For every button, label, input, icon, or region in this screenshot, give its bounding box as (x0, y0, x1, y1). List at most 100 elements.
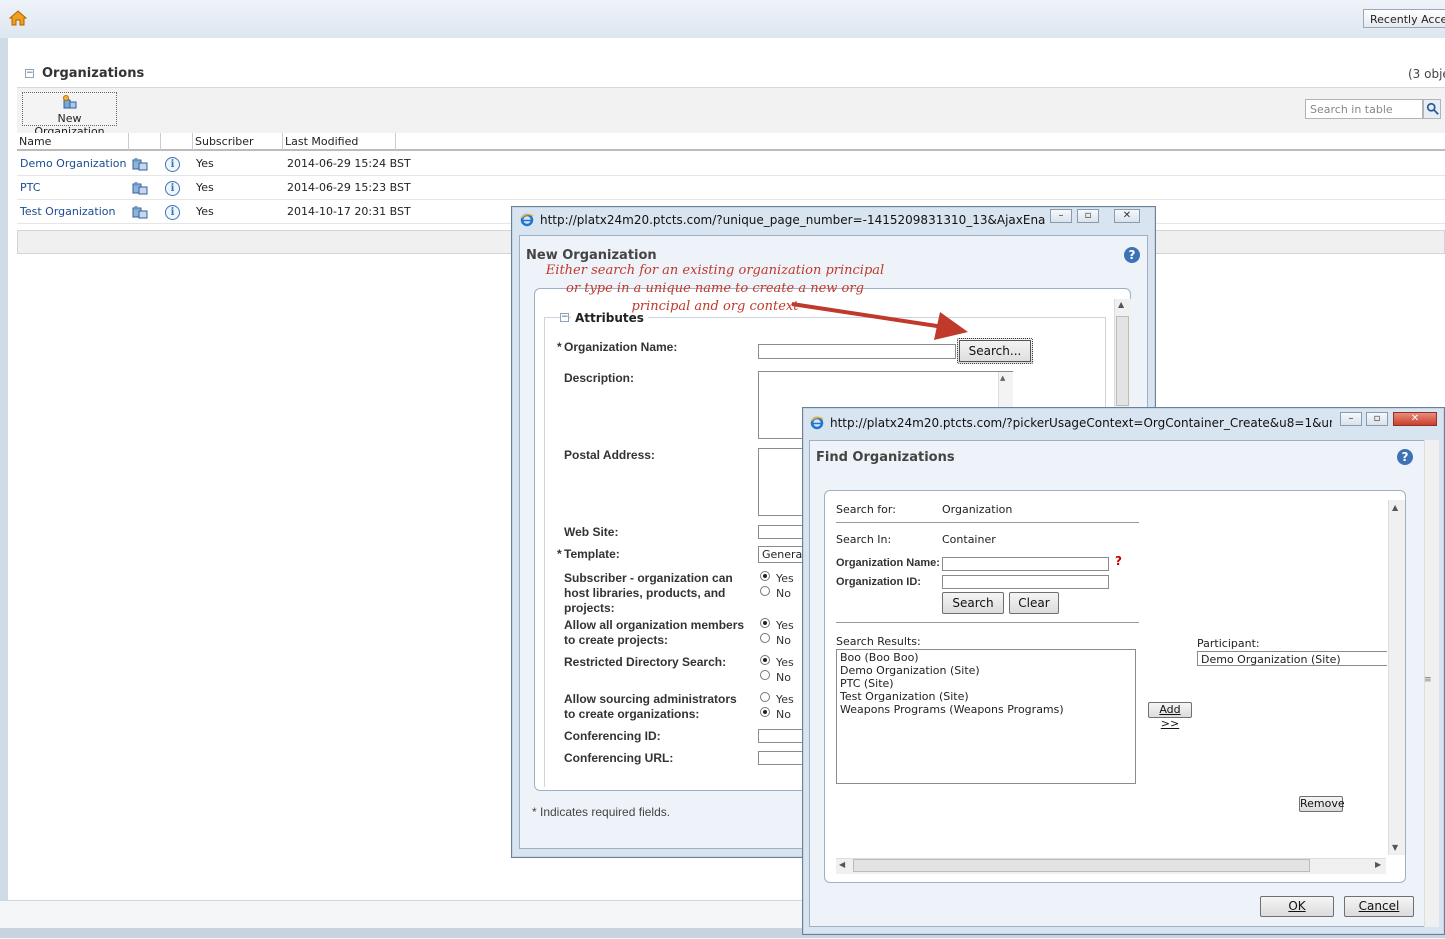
find-org-id-input[interactable] (942, 575, 1109, 589)
subscriber-yes-radio[interactable] (760, 571, 770, 581)
column-header-name[interactable]: Name (17, 133, 129, 151)
restricted-yes-radio[interactable] (760, 655, 770, 665)
scroll-up-icon[interactable]: ▲ (1118, 300, 1124, 309)
maximize-icon[interactable]: ▫ (1366, 412, 1388, 426)
no-label: No (776, 708, 791, 721)
no-label: No (776, 587, 791, 600)
new-organization-button[interactable]: New Organization (22, 92, 117, 138)
last-modified-value: 2014-06-29 15:24 BST (287, 157, 411, 170)
find-org-name-input[interactable] (942, 557, 1109, 571)
sourcing-no-radio[interactable] (760, 707, 770, 717)
org-name-label: Organization Name: (564, 340, 678, 354)
organization-icon[interactable] (132, 157, 148, 171)
search-for-value: Organization (942, 503, 1013, 516)
page-title: Organizations (42, 66, 145, 81)
remove-button[interactable]: Remove (1299, 796, 1345, 812)
find-search-button[interactable]: Search (942, 592, 1004, 614)
sourcing-label: Allow sourcing administrators to create … (564, 692, 737, 721)
search-in-value: Container (942, 533, 996, 546)
list-item[interactable]: Demo Organization (Site) (840, 664, 1132, 677)
scroll-up-icon[interactable]: ▲ (1392, 503, 1398, 512)
sourcing-yes-radio[interactable] (760, 692, 770, 702)
scroll-thumb[interactable] (1116, 316, 1129, 406)
minimize-icon[interactable]: – (1340, 412, 1362, 426)
add-button[interactable]: Add >> (1148, 702, 1192, 730)
divider (836, 522, 1139, 523)
yes-label: Yes (776, 572, 794, 585)
subscriber-value: Yes (196, 205, 214, 218)
scroll-up-icon[interactable]: ▲ (1000, 374, 1005, 382)
conferencing-url-label: Conferencing URL: (564, 751, 674, 765)
organization-icon[interactable] (132, 205, 148, 219)
info-icon[interactable]: i (165, 157, 180, 172)
search-icon[interactable] (1423, 99, 1441, 119)
scroll-right-icon[interactable]: ▶ (1375, 860, 1381, 869)
divider (836, 622, 1139, 623)
list-item[interactable]: Boo (Boo Boo) (840, 651, 1132, 664)
minimize-icon[interactable]: – (1050, 209, 1072, 223)
search-for-label: Search for: (836, 503, 896, 516)
required-mark: * (557, 340, 562, 354)
list-item[interactable]: Demo Organization (Site) (1201, 653, 1384, 666)
column-header-subscriber[interactable]: Subscriber (193, 133, 283, 151)
no-label: No (776, 671, 791, 684)
help-question-icon[interactable]: ? (1115, 554, 1122, 568)
close-icon[interactable]: ✕ (1114, 209, 1140, 223)
info-icon[interactable]: i (165, 181, 180, 196)
table-toolbar (17, 87, 1445, 133)
column-header-info (161, 133, 193, 151)
left-frame-border (0, 38, 8, 900)
column-header-last-modified[interactable]: Last Modified (283, 133, 396, 151)
table-search-input[interactable]: Search in table (1305, 99, 1423, 119)
org-name-link[interactable]: Test Organization (20, 200, 115, 224)
window-title: New Organization (526, 248, 657, 263)
subscriber-no-radio[interactable] (760, 586, 770, 596)
restricted-no-radio[interactable] (760, 670, 770, 680)
close-icon[interactable]: ✕ (1393, 412, 1437, 426)
description-label: Description: (564, 371, 635, 385)
scroll-thumb[interactable] (853, 859, 1310, 872)
home-icon[interactable] (9, 9, 27, 27)
object-count: (3 objects) (1408, 67, 1445, 81)
search-results-label: Search Results: (836, 635, 921, 648)
maximize-icon[interactable]: ▫ (1077, 209, 1099, 223)
yes-label: Yes (776, 693, 794, 706)
restricted-search-label: Restricted Directory Search: (564, 655, 727, 669)
participant-list[interactable]: Demo Organization (Site) (1197, 651, 1387, 666)
allow-members-no-radio[interactable] (760, 633, 770, 643)
scroll-left-icon[interactable]: ◀ (839, 860, 845, 869)
collapse-icon[interactable]: − (25, 69, 34, 78)
internet-explorer-icon (520, 213, 534, 227)
column-header-icon (129, 133, 161, 151)
list-item[interactable]: PTC (Site) (840, 677, 1132, 690)
clear-button[interactable]: Clear (1009, 592, 1059, 614)
scroll-down-icon[interactable]: ▼ (1392, 843, 1398, 852)
annotation-arrow (791, 302, 968, 340)
top-toolbar (0, 0, 1445, 39)
organization-icon[interactable] (132, 181, 148, 195)
help-icon[interactable]: ? (1397, 449, 1413, 465)
org-name-link[interactable]: PTC (20, 176, 40, 200)
template-label: Template: (564, 547, 620, 561)
org-name-link[interactable]: Demo Organization (20, 152, 127, 176)
info-icon[interactable]: i (165, 205, 180, 220)
help-icon[interactable]: ? (1124, 247, 1140, 263)
allow-members-yes-radio[interactable] (760, 618, 770, 628)
vertical-scrollbar[interactable] (1388, 500, 1405, 855)
subscriber-value: Yes (196, 157, 214, 170)
last-modified-value: 2014-06-29 15:23 BST (287, 181, 411, 194)
list-item[interactable]: Weapons Programs (Weapons Programs) (840, 703, 1132, 716)
list-item[interactable]: Test Organization (Site) (840, 690, 1132, 703)
internet-explorer-icon (810, 416, 824, 430)
yes-label: Yes (776, 656, 794, 669)
allow-members-label: Allow all organization members to create… (564, 618, 745, 647)
window-title: Find Organizations (816, 450, 955, 465)
ok-button[interactable]: OK (1260, 896, 1334, 917)
yes-label: Yes (776, 619, 794, 632)
search-results-list[interactable]: Boo (Boo Boo) Demo Organization (Site) P… (836, 649, 1136, 784)
website-label: Web Site: (564, 525, 619, 539)
last-modified-value: 2014-10-17 20:31 BST (287, 205, 411, 218)
recently-accessed-button[interactable]: Recently Accessed (1363, 9, 1445, 28)
subscriber-label: Subscriber - organization can host libra… (564, 571, 733, 615)
cancel-button[interactable]: Cancel (1344, 896, 1414, 917)
